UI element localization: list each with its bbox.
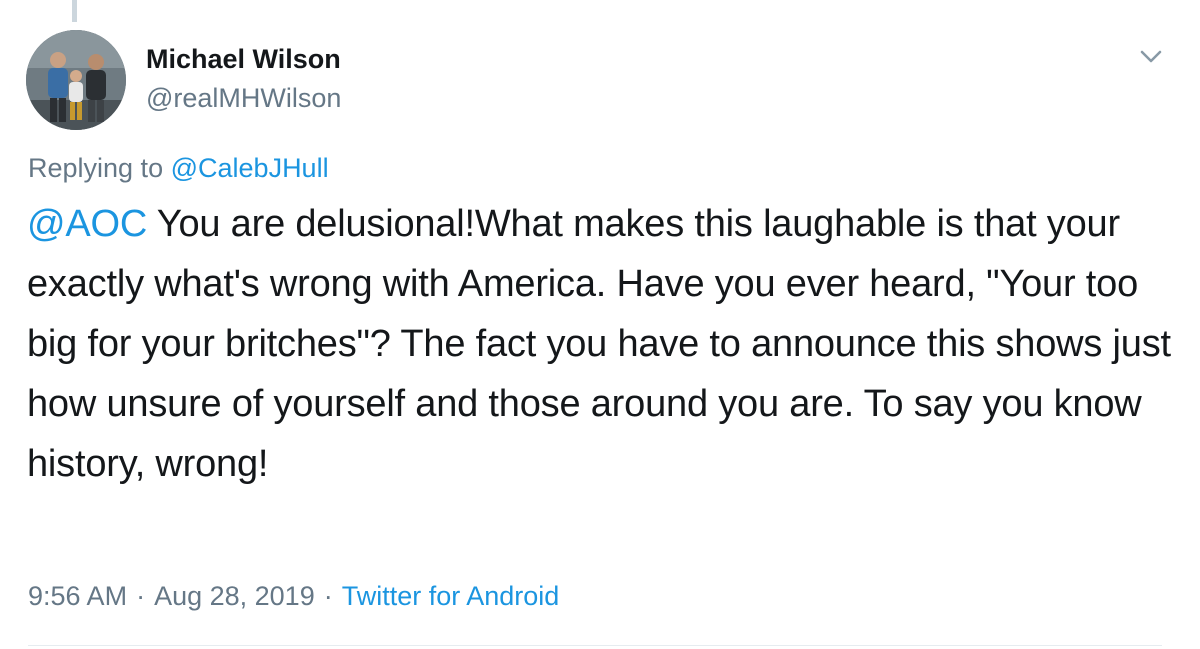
- author-handle[interactable]: @realMHWilson: [146, 81, 341, 115]
- tweet-body-text: You are delusional!What makes this laugh…: [27, 203, 1171, 485]
- tweet-text: @AOC You are delusional!What makes this …: [27, 194, 1177, 494]
- tweet-metadata: 9:56 AM · Aug 28, 2019 · Twitter for Android: [28, 579, 559, 613]
- tweet-date[interactable]: Aug 28, 2019: [154, 581, 315, 611]
- author-display-name[interactable]: Michael Wilson: [146, 42, 341, 76]
- tweet-card[interactable]: Michael Wilson @realMHWilson Replying to…: [0, 0, 1200, 649]
- chevron-down-icon: [1140, 50, 1162, 63]
- more-options-button[interactable]: [1134, 44, 1168, 70]
- tweet-time[interactable]: 9:56 AM: [28, 581, 127, 611]
- tweet-source-link[interactable]: Twitter for Android: [342, 581, 560, 611]
- divider: [28, 645, 1162, 646]
- tweet-mention-link[interactable]: @AOC: [27, 203, 147, 245]
- reply-context: Replying to @CalebJHull: [28, 151, 329, 185]
- reply-context-prefix: Replying to: [28, 153, 164, 183]
- reply-context-mention-link[interactable]: @CalebJHull: [171, 153, 329, 183]
- meta-separator: ·: [136, 581, 146, 611]
- avatar-photo-icon: [26, 30, 126, 130]
- thread-connector-line: [72, 0, 77, 22]
- meta-separator: ·: [323, 581, 333, 611]
- author-block[interactable]: Michael Wilson @realMHWilson: [146, 42, 341, 115]
- avatar[interactable]: [26, 30, 126, 130]
